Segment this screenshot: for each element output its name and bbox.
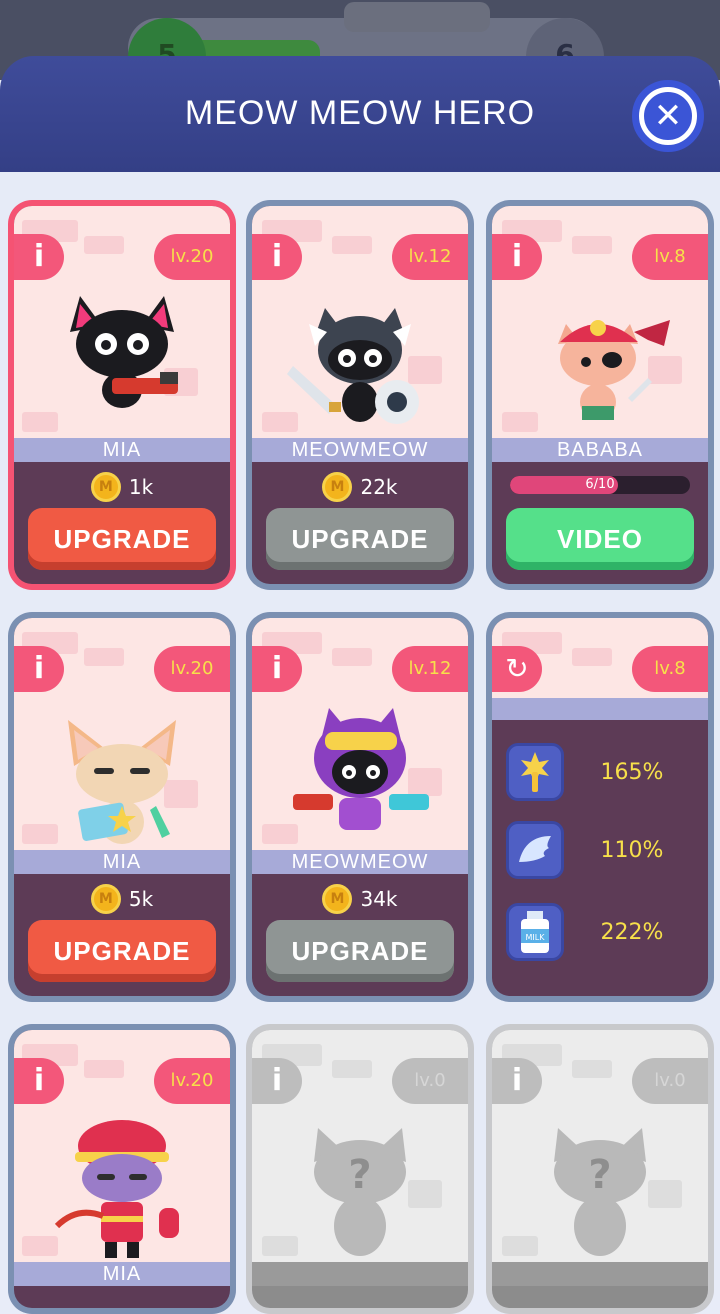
hero-name: BABABA xyxy=(492,438,708,462)
stat-row-attack: 165% xyxy=(506,742,700,802)
coin-icon: M xyxy=(322,884,353,914)
hero-name: MIA xyxy=(14,438,230,462)
stats-card-body: ↻ lv.8 165% 110% MILK 222% xyxy=(492,618,708,996)
level-badge: lv.20 xyxy=(154,1058,230,1104)
question-mark: ? xyxy=(348,1152,371,1198)
pirate-cat-hero-icon xyxy=(558,320,670,420)
info-button[interactable]: i xyxy=(14,1058,64,1104)
price-value: 22k xyxy=(360,475,398,499)
coin-icon: M xyxy=(322,472,353,502)
hero-card-body: i lv.20 MIA M 5k UPGRADE xyxy=(14,618,230,996)
unlock-progress-text: 6/10 xyxy=(585,477,615,492)
hero-name: MEOWMEOW xyxy=(252,850,468,874)
hero-card-body: i lv.8 BABABA 6/10 VIDEO xyxy=(492,206,708,584)
stat-row-speed: 110% xyxy=(506,820,700,880)
upgrade-button[interactable]: UPGRADE xyxy=(266,508,454,570)
hero-card-body: ? i lv.0 xyxy=(252,1030,468,1308)
coin-icon: M xyxy=(90,884,121,914)
upgrade-button[interactable]: UPGRADE xyxy=(266,920,454,982)
hero-card-bababa[interactable]: i lv.8 BABABA 6/10 VIDEO xyxy=(486,200,714,590)
unlock-progress-bar: 6/10 xyxy=(510,476,690,494)
hero-card-mia-3[interactable]: i lv.20 MIA xyxy=(8,1024,236,1314)
info-button[interactable]: i xyxy=(252,1058,302,1104)
info-button[interactable]: i xyxy=(252,646,302,692)
info-button[interactable]: i xyxy=(14,234,64,280)
stat-value: 165% xyxy=(600,759,664,785)
level-badge: lv.12 xyxy=(392,646,468,692)
refresh-icon: ↻ xyxy=(505,652,529,685)
level-badge: lv.20 xyxy=(154,646,230,692)
price-value: 34k xyxy=(360,887,398,911)
question-mark: ? xyxy=(588,1152,611,1198)
hero-name-empty xyxy=(252,1262,468,1286)
price-value: 5k xyxy=(128,887,154,911)
hero-name: MEOWMEOW xyxy=(252,438,468,462)
hero-card-body: i lv.20 MIA M 1k UPGRADE xyxy=(14,206,230,584)
close-button[interactable]: ✕ xyxy=(632,80,704,152)
coin-icon: M xyxy=(90,472,121,502)
info-button[interactable]: i xyxy=(492,234,542,280)
refresh-button[interactable]: ↻ xyxy=(492,646,542,692)
hero-card-meowmeow-2[interactable]: i lv.12 MEOWMEOW M 34k UPGRADE xyxy=(246,612,474,1002)
hero-card-body: i lv.12 MEOWMEOW M 34k UPGRADE xyxy=(252,618,468,996)
upgrade-button[interactable]: UPGRADE xyxy=(28,920,216,982)
locked-hero-silhouette-icon: ? xyxy=(554,1128,646,1256)
hero-card-mia[interactable]: i lv.20 MIA M 1k UPGRADE xyxy=(8,200,236,590)
level-badge: lv.12 xyxy=(392,234,468,280)
firefighter-cat-hero-icon xyxy=(54,1120,179,1258)
stat-value: 222% xyxy=(600,919,664,945)
upgrade-price: M 5k xyxy=(14,884,230,914)
siamese-cat-hero-icon xyxy=(68,720,176,844)
info-button[interactable]: i xyxy=(252,234,302,280)
level-badge: lv.8 xyxy=(632,234,708,280)
upgrade-price: M 34k xyxy=(252,884,468,914)
hooded-cat-hero-icon xyxy=(293,708,429,830)
level-badge: lv.8 xyxy=(632,646,708,692)
wing-icon xyxy=(506,821,564,879)
stat-value: 110% xyxy=(600,837,664,863)
video-button[interactable]: VIDEO xyxy=(506,508,694,570)
hero-card-body: i lv.12 MEOWMEOW M 22k UPGRADE xyxy=(252,206,468,584)
stats-divider xyxy=(492,698,708,720)
hero-card-locked-1[interactable]: ? i lv.0 xyxy=(246,1024,474,1314)
hero-card-body: ? i lv.0 xyxy=(492,1030,708,1308)
hero-name-empty xyxy=(492,1262,708,1286)
black-cat-hero-icon xyxy=(70,296,178,408)
hero-stats-card: ↻ lv.8 165% 110% MILK 222% xyxy=(486,612,714,1002)
hero-panel-header: MEOW MEOW HERO ✕ xyxy=(0,56,720,172)
milk-label: MILK xyxy=(526,933,546,942)
page-title: MEOW MEOW HERO xyxy=(184,94,536,132)
level-badge: lv.0 xyxy=(632,1058,708,1104)
level-badge: lv.0 xyxy=(392,1058,468,1104)
hero-card-mia-2[interactable]: i lv.20 MIA M 5k UPGRADE xyxy=(8,612,236,1002)
milk-icon: MILK xyxy=(506,903,564,961)
staff-icon xyxy=(506,743,564,801)
upgrade-price: M 1k xyxy=(14,472,230,502)
info-button[interactable]: i xyxy=(14,646,64,692)
level-badge: lv.20 xyxy=(154,234,230,280)
hero-name: MIA xyxy=(14,1262,230,1286)
hero-card-meowmeow[interactable]: i lv.12 MEOWMEOW M 22k UPGRADE xyxy=(246,200,474,590)
close-icon: ✕ xyxy=(639,87,697,145)
hero-card-locked-2[interactable]: ? i lv.0 xyxy=(486,1024,714,1314)
hero-card-body: i lv.20 MIA xyxy=(14,1030,230,1308)
stat-row-health: MILK 222% xyxy=(506,902,700,962)
upgrade-price: M 22k xyxy=(252,472,468,502)
info-button[interactable]: i xyxy=(492,1058,542,1104)
upgrade-button[interactable]: UPGRADE xyxy=(28,508,216,570)
top-pill xyxy=(344,2,490,32)
locked-hero-silhouette-icon: ? xyxy=(314,1128,406,1256)
knight-cat-hero-icon xyxy=(287,308,419,424)
hero-name: MIA xyxy=(14,850,230,874)
price-value: 1k xyxy=(128,475,154,499)
